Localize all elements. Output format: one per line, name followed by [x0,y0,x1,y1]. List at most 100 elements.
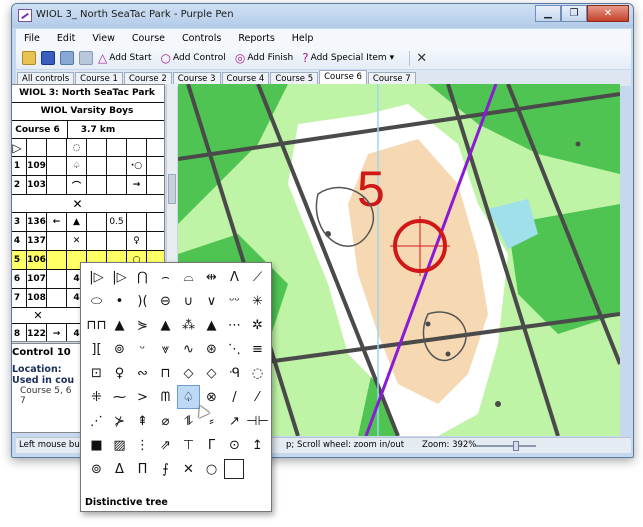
add-special-item-button[interactable]: ? Add Special Item ▾ [302,52,394,64]
zoom-slider-knob[interactable] [513,441,520,451]
symbol-cell[interactable]: ◇ [200,361,223,385]
symbol-cell[interactable]: ⊓ [154,361,177,385]
symbol-cell[interactable]: ᵕ [131,337,154,361]
menu-controls[interactable]: Controls [182,33,221,44]
symbol-cell[interactable]: ∨ [200,289,223,313]
add-finish-label: Add Finish [247,53,294,63]
symbol-cell[interactable]: ⊛ [200,337,223,361]
symbol-cell[interactable]: ✳ [246,289,269,313]
close-button[interactable]: ✕ [587,5,629,22]
symbol-cell[interactable]: ▨ [108,433,131,457]
control-row[interactable]: 3 136 ← ▲ 0.5 [12,213,164,232]
symbol-cell[interactable]: ⬭ [85,289,108,313]
symbol-cell[interactable]: ⋂ [131,265,154,289]
symbol-cell[interactable]: ⁂ [177,313,200,337]
symbol-cell[interactable]: ᑴ [223,361,246,385]
menu-file[interactable]: File [24,33,40,44]
symbol-cell[interactable]: Δ [108,457,131,481]
symbol-cell[interactable]: ≡ [246,337,269,361]
symbol-cell[interactable]: ⊚ [108,337,131,361]
symbol-cell[interactable]: ○ [200,457,223,481]
symbol-cell[interactable]: ▲ [200,313,223,337]
menu-reports[interactable]: Reports [238,33,274,44]
symbol-cell[interactable]: ✲ [246,313,269,337]
add-finish-button[interactable]: ◎ Add Finish [235,52,293,64]
title-bar[interactable]: WIOL 3_ North SeaTac Park - Purple Pen ▁… [12,4,633,28]
symbol-cell[interactable]: |▷ [108,265,131,289]
minimize-button[interactable]: ▁ [535,5,561,22]
symbol-cell[interactable]: ⋰ [85,409,108,433]
maximize-button[interactable]: ❐ [561,5,587,22]
control-number: 6 [12,270,27,288]
symbol-cell[interactable]: ⊖ [154,289,177,313]
symbol-cell[interactable]: ▲ [108,313,131,337]
symbol-cell[interactable]: ⋮ [131,433,154,457]
symbol-cell[interactable]: > [131,385,154,409]
control-row[interactable]: 1 109 ♤ ·○ [12,157,164,176]
symbol-cell[interactable]: / [223,385,246,409]
symbol-cell[interactable]: Γ [200,433,223,457]
open-folder-icon[interactable] [22,51,36,65]
scrollbar-thumb[interactable] [168,174,176,204]
control-row[interactable]: 2 103 ⌒ → [12,176,164,195]
symbol-cell[interactable]: ⟋ [246,265,269,289]
symbol-cell[interactable]: ⊁ [108,409,131,433]
symbol-cell[interactable]: |▷ [85,265,108,289]
zoom-slider[interactable] [476,441,536,451]
symbol-cell[interactable]: Λ [223,265,246,289]
symbol-cell[interactable]: ᵕᵕ [223,289,246,313]
save-icon[interactable] [41,51,55,65]
symbol-cell[interactable]: )( [131,289,154,313]
menu-edit[interactable]: Edit [57,33,75,44]
symbol-cell[interactable] [224,459,244,479]
add-start-button[interactable]: △ Add Start [98,52,152,64]
symbol-cell[interactable]: ⊡ [85,361,108,385]
symbol-cell[interactable]: ♀ [108,361,131,385]
symbol-cell[interactable]: ⁜ [85,385,108,409]
symbol-cell[interactable]: ⨍ [154,457,177,481]
symbol-cell[interactable]: ↗ [223,409,246,433]
symbol-cell[interactable]: ⁄ [246,385,269,409]
symbol-cell[interactable]: ⊚ [85,457,108,481]
symbol-cell[interactable]: ✕ [177,457,200,481]
control-code: 136 [27,213,47,231]
symbol-cell[interactable]: ■ [85,433,108,457]
symbol-cell[interactable]: • [108,289,131,313]
symbol-cell[interactable]: ][ [85,337,108,361]
symbol-cell[interactable]: ⌓ [177,265,200,289]
symbol-cell[interactable]: Π [131,457,154,481]
symbol-cell[interactable]: ⇗ [154,433,177,457]
symbol-cell[interactable]: ⇹ [200,265,223,289]
undo-icon[interactable] [60,51,74,65]
symbol-cell[interactable]: ᗰ [154,385,177,409]
symbol-cell[interactable]: ◇ [177,361,200,385]
symbol-cell[interactable]: ◌ [246,361,269,385]
symbol-cell[interactable]: ⊤ [177,433,200,457]
add-control-button[interactable]: ○ Add Control [161,52,226,64]
symbol-cell[interactable]: ⋯ [223,313,246,337]
symbol-cell[interactable]: ⩔ [154,337,177,361]
symbol-cell[interactable]: ⁓ [108,385,131,409]
delete-icon[interactable]: ✕ [416,51,427,66]
symbol-cell[interactable]: ▲ [154,313,177,337]
redo-icon[interactable] [79,51,93,65]
symbol-cell[interactable]: ⌢ [154,265,177,289]
symbol-cell[interactable]: ⇞ [131,409,154,433]
symbol-cell[interactable]: ⌀ [154,409,177,433]
menu-help[interactable]: Help [292,33,314,44]
menu-course[interactable]: Course [132,33,165,44]
symbol-cell[interactable]: ⋟ [131,313,154,337]
symbol-cell[interactable]: ∿ [177,337,200,361]
symbol-cell[interactable]: ↥ [246,433,269,457]
symbol-cell[interactable]: ⊙ [223,433,246,457]
menu-view[interactable]: View [92,33,115,44]
control-row[interactable]: 4 137 ✕ ♀ [12,232,164,251]
control-number: 1 [12,157,27,175]
distinctive-tree-symbol-selected[interactable]: ♤ [177,385,200,409]
symbol-cell[interactable]: ⊣⊢ [246,409,269,433]
symbol-cell[interactable]: ⋱ [223,337,246,361]
finish-circle-icon: ◎ [234,51,246,65]
symbol-cell[interactable]: ∪ [177,289,200,313]
symbol-cell[interactable]: ∾ [131,361,154,385]
symbol-cell[interactable]: ⊓⊓ [85,313,108,337]
